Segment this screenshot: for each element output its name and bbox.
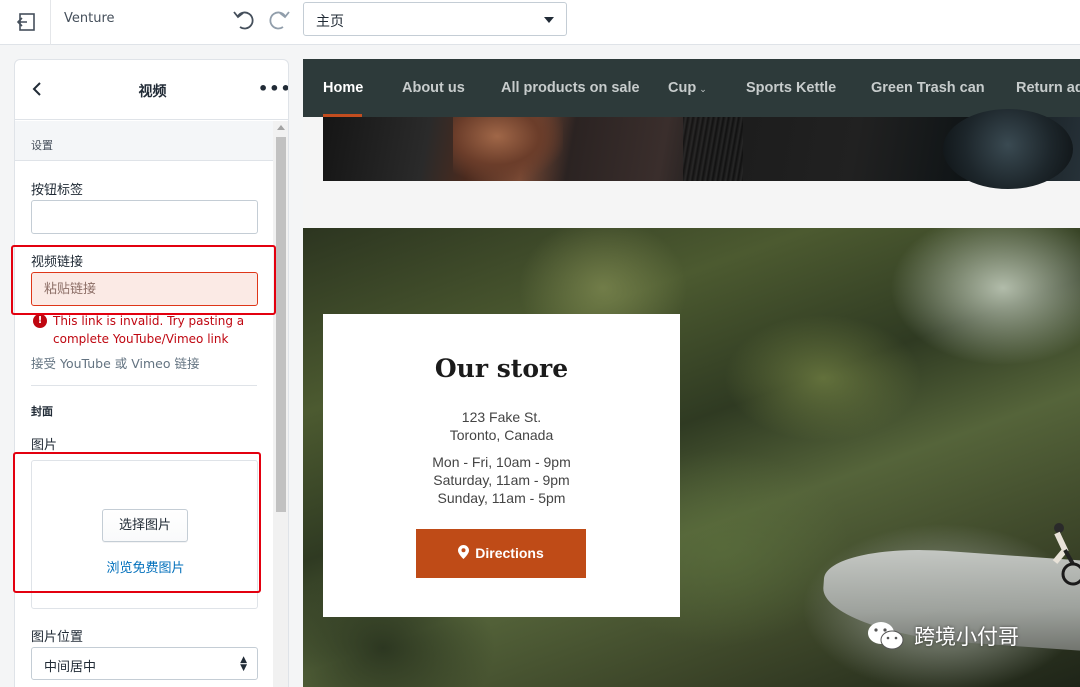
store-info-card: Our store 123 Fake St. Toronto, Canada M… [323, 314, 680, 617]
page-selector-value: 主页 [316, 14, 344, 30]
video-link-error: This link is invalid. Try pasting a comp… [53, 314, 245, 346]
wechat-icon [868, 622, 904, 650]
store-hours-weekday: Mon - Fri, 10am - 9pm [432, 454, 571, 470]
undo-icon [233, 11, 254, 30]
image-position-value: 中间居中 [44, 660, 97, 675]
exit-editor-button[interactable] [12, 8, 40, 36]
image-field-label: 图片 [31, 438, 58, 453]
topbar-divider [50, 0, 51, 45]
select-arrows-icon: ▲ ▼ [240, 655, 247, 673]
store-hours-saturday: Saturday, 11am - 9pm [433, 472, 570, 488]
settings-header-label: 设置 [31, 139, 53, 152]
cyclist-figure [1052, 523, 1080, 586]
nav-item-return[interactable]: Return add [1016, 80, 1080, 96]
undo-button[interactable] [231, 7, 257, 33]
map-pin-icon [458, 545, 470, 560]
chevron-down-icon: ⌄ [699, 84, 707, 94]
chevron-down-icon [544, 17, 554, 23]
nav-item-cup-label: Cup [668, 80, 697, 96]
browse-free-images-link[interactable]: 浏览免费图片 [32, 557, 259, 576]
nav-item-cup[interactable]: Cup ⌄ [668, 80, 707, 96]
nav-item-sports-kettle[interactable]: Sports Kettle [746, 80, 836, 96]
redo-icon [269, 11, 290, 30]
nav-item-about-us[interactable]: About us [402, 80, 465, 96]
scroll-up-arrow-icon[interactable] [277, 125, 285, 130]
nav-item-all-products[interactable]: All products on sale [501, 80, 640, 96]
section-settings-panel: 视频 ••• 设置 按钮标签 视频链接 ! This link is inval… [14, 59, 289, 687]
image-picker: 选择图片 浏览免费图片 [31, 460, 258, 609]
panel-header: 视频 ••• [15, 60, 288, 120]
button-label-input[interactable] [31, 200, 258, 234]
hero-image-detail [453, 117, 563, 181]
watermark-text: 跨境小付哥 [914, 625, 1019, 649]
video-link-input[interactable] [31, 272, 258, 306]
nav-item-home[interactable]: Home [323, 80, 363, 96]
image-position-label: 图片位置 [31, 630, 84, 645]
store-nav: Home About us All products on sale Cup ⌄ … [303, 59, 1080, 117]
storefront-preview: Home About us All products on sale Cup ⌄ … [303, 59, 1080, 687]
video-link-field-label: 视频链接 [31, 255, 84, 270]
panel-scrollbar[interactable] [273, 121, 288, 687]
watermark: 跨境小付哥 [866, 620, 1019, 652]
settings-section-header: 设置 [15, 121, 273, 161]
error-icon: ! [33, 314, 47, 328]
scrollbar-thumb[interactable] [276, 137, 286, 512]
store-address-line1: 123 Fake St. [461, 409, 542, 425]
image-position-select[interactable]: 中间居中 ▲ ▼ [31, 647, 258, 680]
directions-label: Directions [475, 545, 544, 561]
select-image-button[interactable]: 选择图片 [102, 509, 188, 542]
button-label-field-label: 按钮标签 [31, 183, 84, 198]
section-divider [31, 385, 257, 386]
exit-icon [16, 13, 35, 31]
cover-section-header: 封面 [31, 405, 53, 418]
panel-title: 视频 [138, 84, 167, 100]
editor-topbar: Venture 主页 [0, 0, 1080, 45]
more-actions-button[interactable]: ••• [258, 80, 288, 98]
store-hours-sunday: Sunday, 11am - 5pm [437, 490, 566, 506]
hero-image-detail [943, 109, 1073, 189]
nav-item-green-trash-can[interactable]: Green Trash can [871, 80, 985, 96]
video-link-help: 接受 YouTube 或 Vimeo 链接 [31, 356, 200, 371]
store-address-line2: Toronto, Canada [449, 427, 554, 443]
theme-name: Venture [64, 11, 115, 26]
store-title: Our store [434, 354, 569, 383]
page-selector[interactable]: 主页 [303, 2, 567, 36]
directions-button[interactable]: Directions [416, 529, 586, 578]
hero-image-detail [683, 117, 743, 181]
redo-button[interactable] [266, 7, 292, 33]
